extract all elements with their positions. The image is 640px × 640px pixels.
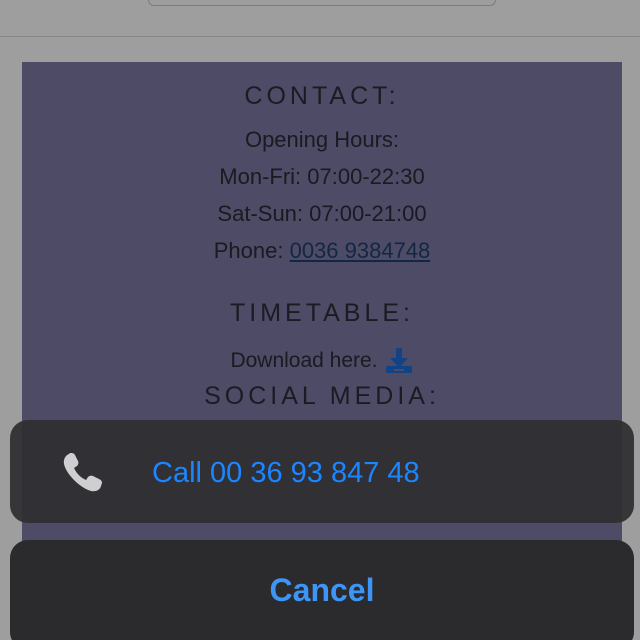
call-action-button[interactable]: Call 00 36 93 847 48: [10, 420, 634, 523]
cancel-label: Cancel: [269, 572, 375, 608]
cancel-button[interactable]: Cancel: [10, 540, 634, 640]
phone-icon: [60, 450, 106, 496]
call-label: Call 00 36 93 847 48: [152, 457, 420, 489]
